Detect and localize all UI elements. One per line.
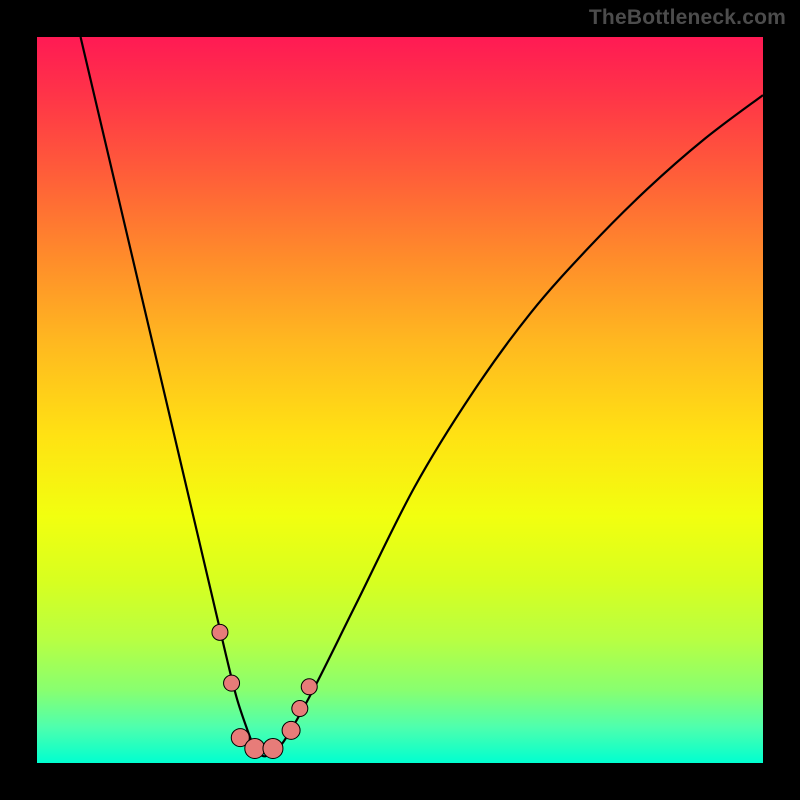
plot-area	[37, 37, 763, 763]
marker-dot	[212, 624, 228, 640]
marker-dot	[292, 701, 308, 717]
marker-dot	[263, 738, 283, 758]
marker-dot	[282, 721, 300, 739]
watermark-text: TheBottleneck.com	[589, 6, 786, 30]
chart-frame: TheBottleneck.com	[0, 0, 800, 800]
marker-group	[212, 624, 317, 758]
marker-dot	[245, 738, 265, 758]
marker-dot	[224, 675, 240, 691]
marker-dot	[301, 679, 317, 695]
bottleneck-curve	[81, 37, 763, 756]
curve-layer	[37, 37, 763, 763]
